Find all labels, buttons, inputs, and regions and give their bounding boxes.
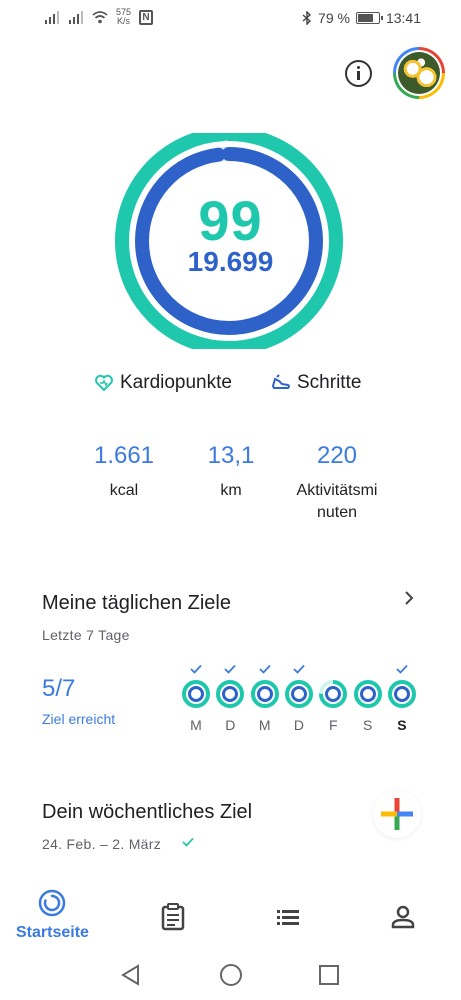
avatar[interactable] [393, 47, 445, 99]
recents-icon[interactable] [316, 962, 342, 988]
day-label: F [329, 717, 338, 733]
shoe-icon [271, 374, 290, 389]
day-label: S [362, 717, 373, 733]
day-goal: D [284, 663, 314, 733]
day-goal: M [181, 663, 211, 733]
nav-profile[interactable] [388, 902, 418, 932]
day-goal: F [318, 663, 348, 733]
chevron-right-icon[interactable] [402, 590, 416, 606]
stat-calories[interactable]: 1.661 kcal [92, 442, 156, 502]
stat-label: km [220, 482, 242, 499]
check-icon [361, 663, 375, 675]
list-icon [277, 910, 299, 925]
home-icon[interactable] [218, 962, 244, 988]
info-icon[interactable] [345, 60, 372, 87]
check-icon [293, 664, 305, 674]
legend-steps-label: Schritte [297, 372, 362, 393]
steps-value: 19.699 [187, 246, 274, 277]
nav-home-label: Startseite [16, 924, 89, 941]
nav-journal[interactable] [158, 902, 188, 932]
week-goal-tracker: MDMDFSS [181, 663, 417, 733]
check-icon [182, 837, 194, 847]
day-goal: S [387, 663, 417, 733]
day-progress-ring [319, 680, 348, 708]
stat-label: Aktivitätsmi nuten [296, 482, 378, 521]
stat-active-minutes[interactable]: 220 Aktivitätsmi nuten [280, 442, 394, 524]
avatar-photo [398, 52, 440, 94]
system-navigation-bar [0, 952, 461, 1000]
day-label: D [225, 717, 236, 733]
nav-home[interactable]: Startseite [16, 888, 89, 942]
goals-met-label: Ziel erreicht [42, 711, 116, 727]
stat-distance[interactable]: 13,1 km [200, 442, 262, 502]
legend-heart-points: Kardiopunkte [94, 372, 232, 394]
bluetooth-icon [302, 11, 312, 25]
check-icon [224, 664, 236, 674]
battery-percent: 79 % [318, 10, 350, 26]
check-icon [190, 664, 202, 674]
nfc-icon: N [139, 9, 154, 25]
goals-met-count: 5/7 [42, 675, 76, 702]
day-label: M [258, 717, 271, 733]
stat-value: 220 [316, 442, 358, 469]
stat-value: 13,1 [207, 442, 255, 469]
battery-icon [355, 12, 383, 24]
bottom-navigation: Startseite [0, 880, 461, 948]
weekly-goal-date-range: 24. Feb. – 2. März [42, 836, 162, 852]
check-icon [326, 663, 340, 675]
cell-signal-icon [69, 11, 83, 24]
check-icon [259, 664, 271, 674]
nav-browse[interactable] [273, 902, 303, 932]
cell-signal-icon [45, 11, 59, 24]
wifi-icon [92, 11, 108, 24]
check-icon [396, 664, 408, 674]
day-label: S [397, 717, 407, 733]
heart-points-value: 99 [198, 189, 263, 252]
day-label: M [190, 717, 202, 733]
network-speed: 575 K/s [116, 8, 131, 26]
clock: 13:41 [385, 10, 421, 26]
add-activity-button[interactable] [373, 790, 421, 838]
plus-icon [381, 798, 413, 830]
day-progress-ring [387, 680, 416, 708]
clipboard-icon [161, 903, 185, 931]
day-progress-ring [250, 680, 279, 708]
back-icon[interactable] [118, 962, 144, 988]
day-progress-ring [284, 680, 313, 708]
daily-goals-title[interactable]: Meine täglichen Ziele [42, 592, 231, 615]
home-ring-icon [39, 889, 66, 917]
stat-value: 1.661 [93, 442, 155, 469]
status-bar: 575 K/s N 79 % 13:41 [0, 0, 461, 38]
day-goal: D [215, 663, 245, 733]
legend-steps: Schritte [271, 372, 361, 394]
stat-label: kcal [109, 482, 139, 499]
day-goal: M [250, 663, 280, 733]
day-label: D [293, 717, 305, 733]
day-progress-ring [216, 680, 245, 708]
day-goal: S [353, 663, 383, 733]
day-progress-ring [353, 680, 382, 708]
legend-heart-label: Kardiopunkte [120, 372, 232, 393]
daily-goals-subtitle: Letzte 7 Tage [42, 627, 130, 643]
day-progress-ring [182, 680, 210, 708]
weekly-goal-title[interactable]: Dein wöchentliches Ziel [42, 801, 252, 824]
profile-icon [391, 905, 415, 929]
network-speed-unit: K/s [117, 16, 131, 26]
heart-icon [95, 374, 113, 392]
